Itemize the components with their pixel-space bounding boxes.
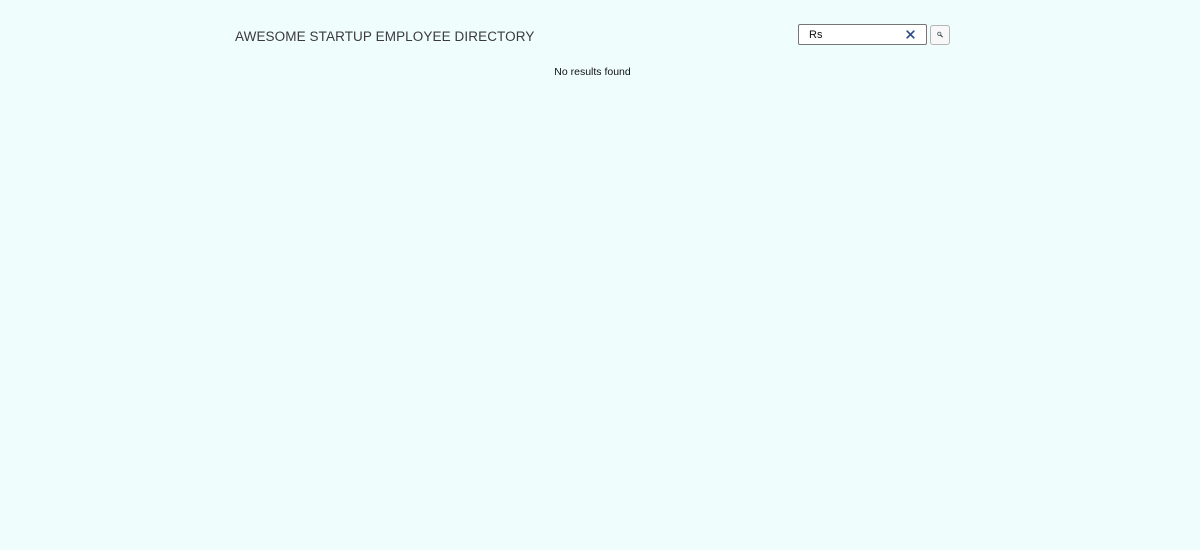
magnifier-icon [937, 31, 943, 38]
search-input[interactable] [799, 25, 899, 44]
page-title: AWESOME STARTUP EMPLOYEE DIRECTORY [235, 29, 535, 44]
page: AWESOME STARTUP EMPLOYEE DIRECTORY No re… [0, 0, 1200, 550]
no-results-message: No results found [554, 66, 631, 78]
clear-search-icon[interactable] [903, 27, 917, 42]
close-icon [905, 30, 915, 39]
search-box [798, 24, 927, 45]
search-form [798, 24, 950, 45]
search-button[interactable] [930, 24, 950, 45]
